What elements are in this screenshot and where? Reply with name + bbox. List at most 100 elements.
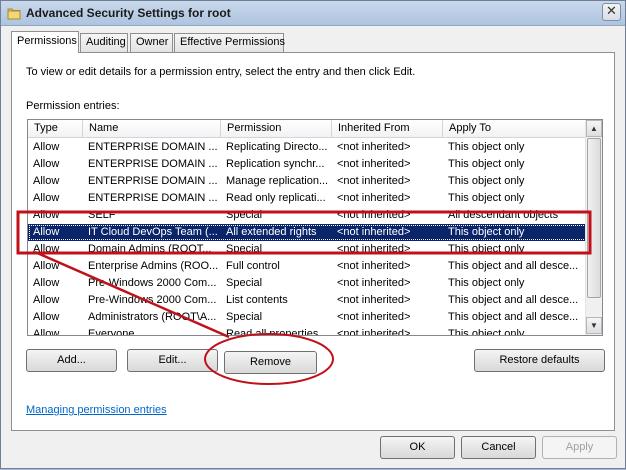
cell-permission: Full control	[226, 260, 280, 272]
managing-permission-entries-link[interactable]: Managing permission entries	[26, 404, 167, 416]
scroll-up-arrow-icon[interactable]: ▲	[586, 120, 602, 137]
cell-apply-to: This object and all desce...	[448, 260, 579, 272]
permission-entries-list[interactable]: Type Name Permission Inherited From Appl…	[27, 119, 603, 336]
cancel-button[interactable]: Cancel	[461, 436, 536, 459]
apply-button[interactable]: Apply	[542, 436, 617, 459]
table-row[interactable]: Allow Pre-Windows 2000 Com... Special <not …	[28, 275, 587, 292]
cell-name: ENTERPRISE DOMAIN ...	[88, 158, 218, 170]
vertical-scrollbar[interactable]: ▲ ▼	[585, 120, 602, 335]
cell-name: Administrators (ROOT\A...	[88, 311, 217, 323]
table-row[interactable]: Allow Everyone Read all properties <not inh…	[28, 326, 587, 336]
cell-type: Allow	[33, 328, 60, 336]
cell-apply-to: All descendant objects	[448, 209, 559, 221]
add-button[interactable]: Add...	[26, 349, 117, 372]
cell-type: Allow	[33, 209, 60, 221]
cell-permission: Special	[226, 209, 263, 221]
cell-inherited-from: <not inherited>	[337, 294, 411, 306]
cell-name: Pre-Windows 2000 Com...	[88, 294, 217, 306]
cell-permission: All extended rights	[226, 226, 317, 238]
cell-inherited-from: <not inherited>	[337, 192, 411, 204]
cell-apply-to: This object and all desce...	[448, 294, 579, 306]
ok-button[interactable]: OK	[380, 436, 455, 459]
cell-type: Allow	[33, 158, 60, 170]
title-bar[interactable]: Advanced Security Settings for root ✕	[1, 1, 625, 26]
column-header-inherited-from[interactable]: Inherited From	[332, 120, 443, 138]
cell-type: Allow	[33, 175, 60, 187]
column-header-name[interactable]: Name	[83, 120, 221, 138]
restore-defaults-button[interactable]: Restore defaults	[474, 349, 605, 372]
cell-apply-to: This object only	[448, 328, 525, 336]
cell-permission: Read only replicati...	[226, 192, 326, 204]
security-settings-window: Advanced Security Settings for root ✕ Pe…	[0, 0, 626, 469]
permission-entries-label: Permission entries:	[26, 100, 120, 112]
cell-inherited-from: <not inherited>	[337, 226, 411, 238]
close-icon: ✕	[606, 4, 617, 19]
tab-permissions[interactable]: Permissions	[11, 31, 79, 53]
cell-apply-to: This object only	[448, 192, 525, 204]
table-row[interactable]: Allow ENTERPRISE DOMAIN ... Manage replica…	[28, 173, 587, 190]
scroll-down-arrow-icon[interactable]: ▼	[586, 317, 602, 334]
cell-permission: Special	[226, 277, 263, 289]
cell-type: Allow	[33, 226, 60, 238]
cell-name: SELF	[88, 209, 116, 221]
tab-auditing[interactable]: Auditing	[80, 33, 128, 52]
cell-permission: Read all properties	[226, 328, 319, 336]
cell-apply-to: This object only	[448, 158, 525, 170]
cell-name: ENTERPRISE DOMAIN ...	[88, 175, 218, 187]
table-row[interactable]: Allow Domain Admins (ROOT... Special <not i…	[28, 241, 587, 258]
cell-inherited-from: <not inherited>	[337, 175, 411, 187]
cell-name: IT Cloud DevOps Team (...	[88, 226, 218, 238]
cell-name: Enterprise Admins (ROO...	[88, 260, 219, 272]
table-row[interactable]: Allow Pre-Windows 2000 Com... List content…	[28, 292, 587, 309]
cell-inherited-from: <not inherited>	[337, 328, 411, 336]
cell-apply-to: This object only	[448, 175, 525, 187]
cell-inherited-from: <not inherited>	[337, 243, 411, 255]
list-header: Type Name Permission Inherited From Appl…	[28, 120, 587, 138]
cell-type: Allow	[33, 277, 60, 289]
column-header-type[interactable]: Type	[28, 120, 83, 138]
cell-permission: Special	[226, 243, 263, 255]
remove-button[interactable]: Remove	[224, 351, 317, 374]
cell-apply-to: This object and all desce...	[448, 311, 579, 323]
tab-effective-permissions[interactable]: Effective Permissions	[174, 33, 285, 52]
table-row[interactable]: Allow Administrators (ROOT\A... Special <no…	[28, 309, 587, 326]
column-header-apply-to[interactable]: Apply To	[443, 120, 587, 138]
tab-owner[interactable]: Owner	[130, 33, 173, 52]
cell-type: Allow	[33, 311, 60, 323]
cell-apply-to: This object only	[448, 226, 525, 238]
table-row[interactable]: Allow SELF Special <not inherited> All desce…	[28, 207, 587, 224]
cell-name: ENTERPRISE DOMAIN ...	[88, 141, 218, 153]
cell-apply-to: This object only	[448, 141, 525, 153]
cell-name: Everyone	[88, 328, 135, 336]
cell-apply-to: This object only	[448, 243, 525, 255]
scroll-thumb[interactable]	[587, 138, 601, 298]
cell-inherited-from: <not inherited>	[337, 260, 411, 272]
folder-icon	[7, 8, 21, 20]
cell-type: Allow	[33, 141, 60, 153]
cell-inherited-from: <not inherited>	[337, 158, 411, 170]
table-row[interactable]: Allow ENTERPRISE DOMAIN ... Read only repl…	[28, 190, 587, 207]
window-title: Advanced Security Settings for root	[26, 6, 231, 20]
cell-permission: Manage replication...	[226, 175, 329, 187]
close-button[interactable]: ✕	[602, 3, 621, 21]
table-row[interactable]: Allow ENTERPRISE DOMAIN ... Replication sy…	[28, 156, 587, 173]
cell-name: ENTERPRISE DOMAIN ...	[88, 192, 218, 204]
cell-apply-to: This object only	[448, 277, 525, 289]
cell-type: Allow	[33, 260, 60, 272]
instructions-text: To view or edit details for a permission…	[26, 66, 416, 78]
permissions-panel: To view or edit details for a permission…	[11, 52, 615, 431]
cell-permission: Replication synchr...	[226, 158, 325, 170]
table-row[interactable]: Allow IT Cloud DevOps Team (... All extend…	[28, 224, 587, 241]
edit-button[interactable]: Edit...	[127, 349, 218, 372]
cell-permission: Replicating Directo...	[226, 141, 328, 153]
cell-type: Allow	[33, 192, 60, 204]
table-row[interactable]: Allow ENTERPRISE DOMAIN ... Replicating Di…	[28, 139, 587, 156]
cell-type: Allow	[33, 243, 60, 255]
cell-name: Domain Admins (ROOT...	[88, 243, 212, 255]
table-row[interactable]: Allow Enterprise Admins (ROO... Full contr…	[28, 258, 587, 275]
cell-inherited-from: <not inherited>	[337, 209, 411, 221]
cell-permission: Special	[226, 311, 263, 323]
cell-name: Pre-Windows 2000 Com...	[88, 277, 217, 289]
cell-inherited-from: <not inherited>	[337, 277, 411, 289]
column-header-permission[interactable]: Permission	[221, 120, 332, 138]
